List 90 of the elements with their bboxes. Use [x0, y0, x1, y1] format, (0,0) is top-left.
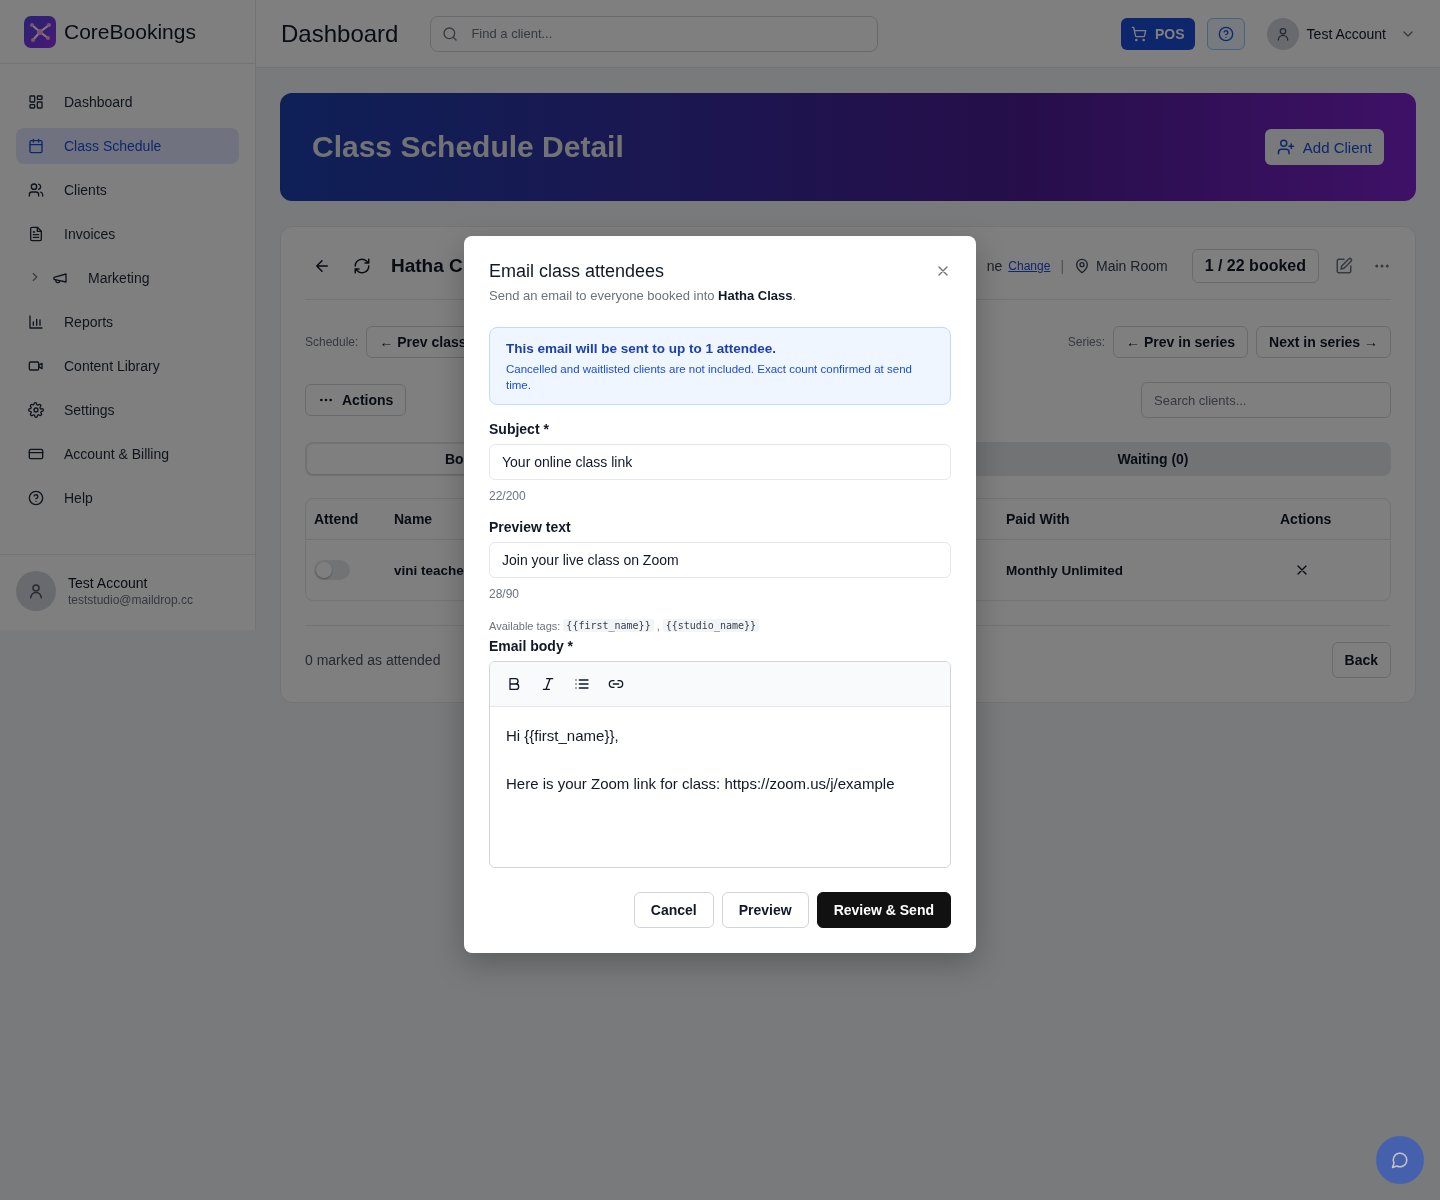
- booked-count: 1 / 22 booked: [1191, 249, 1319, 283]
- search-field[interactable]: Find a client...: [430, 15, 879, 52]
- user-icon: [27, 582, 45, 600]
- list-icon: [574, 676, 590, 692]
- send-button[interactable]: Review & Send: [816, 892, 951, 928]
- document-icon: [28, 226, 44, 242]
- back-button[interactable]: Back: [1331, 642, 1391, 678]
- series-label: Series:: [1067, 335, 1106, 349]
- chat-bubble-icon: [1391, 1151, 1409, 1169]
- chat-button[interactable]: [1376, 1136, 1424, 1184]
- character-counter: 28/90: [489, 587, 521, 601]
- app-name: CoreBookings: [64, 19, 196, 44]
- add-client-button[interactable]: Add Client: [1264, 129, 1384, 165]
- location-pin-icon: [1074, 258, 1091, 274]
- edit-icon[interactable]: [1335, 257, 1353, 275]
- bar-chart-icon: [28, 314, 44, 330]
- template-tag: {{first_name}}: [563, 619, 654, 632]
- attendance-summary: 0 marked as attended: [305, 652, 441, 668]
- sidebar-item[interactable]: Account & Billing: [16, 436, 239, 472]
- field-label: Subject *: [489, 421, 550, 437]
- change-link[interactable]: Change: [1008, 259, 1051, 273]
- sidebar-item[interactable]: Marketing: [16, 260, 239, 296]
- input-field[interactable]: Join your live class on Zoom: [489, 542, 951, 578]
- sidebar-item[interactable]: Clients: [16, 172, 239, 208]
- settings-icon: [28, 402, 44, 418]
- user-name: Test Account: [68, 575, 149, 591]
- class-time: ne: [986, 258, 1003, 274]
- back-arrow-icon[interactable]: [313, 257, 331, 275]
- dialog-subtitle: Send an email to everyone booked into Hatha Class.: [489, 288, 798, 303]
- refresh-icon[interactable]: [353, 257, 371, 275]
- class-title: Hatha C: [391, 255, 463, 277]
- attend-toggle[interactable]: [314, 560, 350, 580]
- column-header: Attend: [314, 511, 359, 527]
- dialog-button[interactable]: Cancel: [633, 892, 714, 928]
- template-tag: {{studio_name}}: [662, 619, 760, 632]
- user-plus-icon: [1276, 138, 1295, 156]
- column-header: Name: [394, 511, 433, 527]
- sidebar-item[interactable]: Help: [16, 480, 239, 516]
- bold-icon: [506, 676, 522, 692]
- input-field[interactable]: Your online class link: [489, 444, 951, 480]
- character-counter: 22/200: [489, 489, 527, 503]
- search-field[interactable]: Search clients...: [1141, 382, 1391, 418]
- calendar-icon: [28, 138, 44, 154]
- body-text: Here is your Zoom link for class: https://zoom.us/j/example: [506, 774, 896, 794]
- pos-button[interactable]: POS: [1121, 17, 1195, 50]
- help-button[interactable]: [1206, 17, 1245, 50]
- body-text: Hi {{first_name}},: [506, 726, 620, 746]
- table-cell: vini teache: [394, 562, 464, 578]
- list-button[interactable]: [574, 676, 590, 692]
- sidebar-item[interactable]: Invoices: [16, 216, 239, 252]
- banner-title: Class Schedule Detail: [312, 130, 624, 164]
- search-icon: [442, 25, 459, 42]
- tag-separator: ,: [656, 619, 660, 632]
- users-icon: [28, 182, 44, 198]
- next-series-button[interactable]: Next in series →: [1256, 326, 1391, 358]
- prev-series-button[interactable]: ← Prev in series: [1113, 326, 1249, 358]
- dialog-title: Email class attendees: [489, 260, 665, 282]
- logo-icon: [24, 15, 56, 48]
- column-header: Actions: [1280, 511, 1332, 527]
- table-cell: Monthly Unlimited: [1006, 562, 1123, 578]
- bold-button[interactable]: [506, 676, 522, 692]
- sidebar-item[interactable]: Class Schedule: [16, 128, 239, 164]
- field-label: Preview text: [489, 519, 572, 535]
- credit-card-icon: [28, 446, 44, 462]
- help-icon: [28, 490, 44, 506]
- italic-icon: [540, 676, 556, 692]
- cart-icon: [1131, 25, 1148, 42]
- sidebar-item[interactable]: Settings: [16, 392, 239, 428]
- dashboard-icon: [28, 94, 44, 110]
- actions-button[interactable]: Actions: [305, 384, 407, 416]
- column-header: Paid With: [1006, 511, 1070, 527]
- email-body-editor[interactable]: Hi {{first_name}}, Here is your Zoom link for class: https://zoom.us/j/example: [489, 661, 951, 868]
- italic-button[interactable]: [540, 676, 556, 692]
- account-menu[interactable]: Test Account: [1266, 17, 1416, 50]
- notice-title: This email will be sent to up to 1 attendee.: [506, 341, 778, 356]
- user-email: teststudio@maildrop.cc: [68, 593, 193, 607]
- room-name: Main Room: [1096, 258, 1168, 274]
- help-icon: [1217, 25, 1234, 42]
- sidebar-item[interactable]: Dashboard: [16, 84, 239, 120]
- megaphone-icon: [52, 270, 68, 286]
- video-camera-icon: [28, 358, 44, 374]
- notice-text: Cancelled and waitlisted clients are not included. Exact count confirmed at send time.: [506, 362, 913, 393]
- dialog-button[interactable]: Preview: [721, 892, 809, 928]
- field-label: Email body *: [489, 638, 575, 654]
- sidebar-item[interactable]: Content Library: [16, 348, 239, 384]
- page-title: Dashboard: [281, 19, 399, 48]
- schedule-label: Schedule:: [305, 335, 359, 349]
- tags-label: Available tags:: [489, 619, 561, 632]
- meta-separator: |: [1060, 258, 1065, 274]
- sidebar-item[interactable]: Reports: [16, 304, 239, 340]
